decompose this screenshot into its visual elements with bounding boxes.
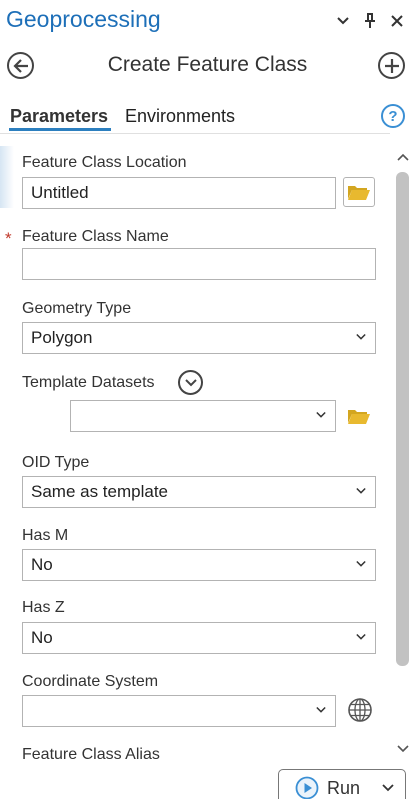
scroll-down-arrow-icon[interactable] bbox=[396, 743, 410, 755]
location-input[interactable]: Untitled bbox=[22, 177, 336, 209]
coord-select[interactable] bbox=[22, 695, 336, 727]
pane-title: Geoprocessing bbox=[6, 6, 161, 32]
globe-icon bbox=[348, 698, 372, 722]
close-icon[interactable] bbox=[388, 10, 406, 32]
name-label: Feature Class Name bbox=[22, 228, 169, 245]
chevron-down-icon bbox=[316, 706, 326, 713]
run-label: Run bbox=[327, 777, 361, 798]
coord-label: Coordinate System bbox=[22, 673, 159, 690]
oid-value: Same as template bbox=[31, 482, 169, 501]
geometry-label: Geometry Type bbox=[22, 300, 132, 317]
selected-param-accent bbox=[0, 146, 14, 208]
name-input[interactable] bbox=[22, 248, 376, 280]
chevron-down-icon[interactable] bbox=[382, 782, 394, 794]
has-m-label: Has M bbox=[22, 527, 69, 544]
has-z-value: No bbox=[31, 628, 53, 647]
play-icon bbox=[295, 776, 319, 799]
geometry-value: Polygon bbox=[31, 328, 93, 347]
plus-icon bbox=[384, 58, 399, 73]
has-m-select[interactable]: No bbox=[22, 549, 376, 581]
chevron-down-icon bbox=[356, 333, 366, 340]
pin-icon[interactable] bbox=[361, 10, 379, 32]
pane-options-chevron-icon[interactable] bbox=[334, 10, 352, 32]
active-tab-indicator bbox=[9, 128, 111, 131]
browse-template-button[interactable] bbox=[343, 401, 375, 431]
required-mark: * bbox=[5, 229, 12, 248]
chevron-down-icon bbox=[356, 487, 366, 494]
browse-location-button[interactable] bbox=[343, 177, 375, 207]
tab-environments[interactable]: Environments bbox=[125, 106, 235, 127]
chevron-down-icon bbox=[356, 560, 366, 567]
chevron-down-icon bbox=[356, 633, 366, 640]
pane-header: Geoprocessing bbox=[0, 0, 415, 44]
template-label: Template Datasets bbox=[22, 374, 155, 391]
help-button[interactable]: ? bbox=[381, 104, 405, 128]
has-z-select[interactable]: No bbox=[22, 622, 376, 654]
folder-icon bbox=[348, 410, 370, 424]
add-button[interactable] bbox=[378, 52, 405, 79]
has-m-value: No bbox=[31, 555, 53, 574]
template-select[interactable] bbox=[70, 400, 336, 432]
alias-label: Feature Class Alias bbox=[22, 746, 160, 763]
tab-parameters[interactable]: Parameters bbox=[10, 106, 108, 127]
scrollbar-thumb[interactable] bbox=[396, 172, 409, 666]
scroll-up-arrow-icon[interactable] bbox=[396, 151, 410, 163]
select-coordinate-system-button[interactable] bbox=[347, 697, 373, 723]
expand-template-button[interactable] bbox=[178, 370, 203, 395]
oid-select[interactable]: Same as template bbox=[22, 476, 376, 508]
folder-icon bbox=[348, 186, 370, 200]
has-z-label: Has Z bbox=[22, 599, 65, 616]
tool-title: Create Feature Class bbox=[107, 53, 308, 76]
tabs-divider bbox=[0, 133, 390, 134]
chevron-down-icon bbox=[316, 411, 326, 418]
oid-label: OID Type bbox=[22, 454, 90, 471]
chevron-down-icon bbox=[184, 378, 197, 386]
run-button[interactable]: Run bbox=[278, 769, 406, 799]
location-label: Feature Class Location bbox=[22, 154, 187, 171]
geometry-select[interactable]: Polygon bbox=[22, 322, 376, 354]
